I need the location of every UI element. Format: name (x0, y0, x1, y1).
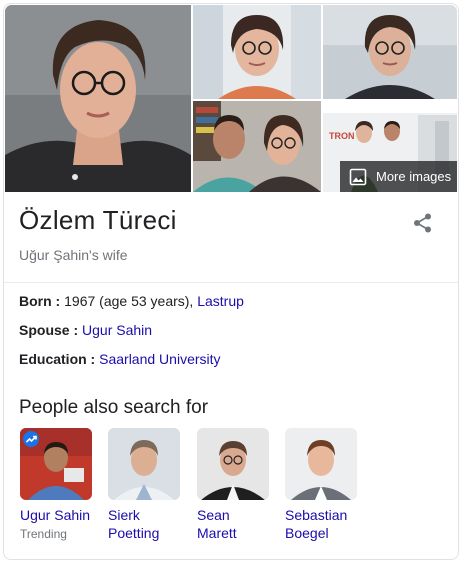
fact-born-link[interactable]: Lastrup (197, 293, 244, 309)
person-card-sean-marett[interactable]: Sean Marett (197, 428, 271, 542)
more-images-button[interactable]: More images (340, 161, 457, 192)
image-icon (349, 168, 367, 185)
person-name[interactable]: Sean Marett (197, 506, 271, 542)
photo-portrait[interactable] (323, 5, 457, 99)
person-name[interactable]: Ugur Sahin (20, 506, 94, 524)
share-icon[interactable] (412, 212, 434, 234)
tron-logo-text: TRON (329, 131, 355, 141)
divider (4, 282, 458, 283)
person-thumb[interactable] (108, 428, 180, 500)
fact-born: Born : 1967 (age 53 years), Lastrup (19, 293, 244, 309)
person-name-line1[interactable]: Sebastian (285, 507, 347, 523)
person-name[interactable]: Sierk Poetting (108, 506, 182, 542)
fact-colon: : (86, 351, 100, 367)
person-thumb[interactable] (197, 428, 269, 500)
fact-education: Education : Saarland University (19, 351, 221, 367)
fact-spouse: Spouse : Ugur Sahin (19, 322, 152, 338)
person-trending-label: Trending (20, 527, 67, 541)
fact-education-link[interactable]: Saarland University (99, 351, 220, 367)
people-also-search-title: People also search for (19, 397, 209, 418)
person-name-line2[interactable]: Boegel (285, 525, 329, 541)
main-photo[interactable] (5, 5, 191, 192)
fact-born-label: Born (19, 293, 52, 309)
person-name-line1[interactable]: Sean (197, 507, 230, 523)
person-thumb[interactable] (20, 428, 92, 500)
knowledge-panel: TRON More images Özlem Türeci Uğur Şahin… (3, 3, 459, 560)
fact-colon: : (51, 293, 61, 309)
person-name-line2[interactable]: Poetting (108, 525, 159, 541)
more-images-label: More images (376, 169, 452, 184)
trending-icon (23, 431, 39, 447)
photo-lab[interactable] (193, 5, 321, 99)
person-name-line1[interactable]: Sierk (108, 507, 140, 523)
entity-title: Özlem Türeci (19, 205, 177, 235)
fact-colon: : (69, 322, 83, 338)
person-name-line2[interactable]: Marett (197, 525, 237, 541)
person-card-ugur-sahin[interactable]: Ugur Sahin Trending (20, 428, 94, 542)
person-card-sierk-poetting[interactable]: Sierk Poetting (108, 428, 182, 542)
photo-couple[interactable] (193, 101, 321, 192)
person-name[interactable]: Sebastian Boegel (285, 506, 359, 542)
fact-born-text: 1967 (age 53 years), (60, 293, 198, 309)
person-card-sebastian-boegel[interactable]: Sebastian Boegel (285, 428, 359, 542)
entity-subtitle: Uğur Şahin's wife (19, 247, 128, 263)
person-thumb[interactable] (285, 428, 357, 500)
fact-education-label: Education (19, 351, 87, 367)
fact-spouse-label: Spouse (19, 322, 70, 338)
fact-spouse-link[interactable]: Ugur Sahin (82, 322, 152, 338)
